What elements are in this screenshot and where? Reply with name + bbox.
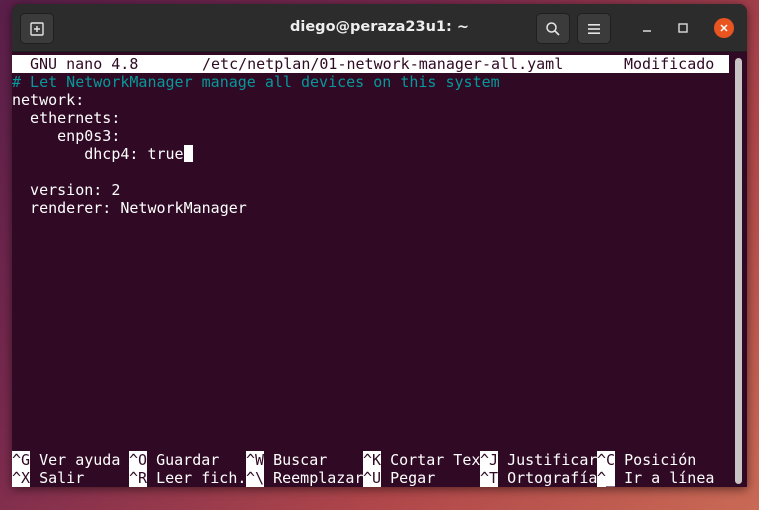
editor-line: ethernets: xyxy=(12,109,121,127)
shortcut-position[interactable]: ^C Posición xyxy=(597,451,696,469)
title-bar: diego@peraza23u1: ~ xyxy=(12,4,747,52)
shortcut-label: Posición xyxy=(624,451,697,469)
editor-line-text: dhcp4: true xyxy=(12,145,184,163)
nano-filename: /etc/netplan/01-network-manager-all.yaml xyxy=(202,55,564,73)
terminal-content[interactable]: GNU nano 4.8 /etc/netplan/01-network-man… xyxy=(12,52,747,487)
shortcut-label: Ir a línea xyxy=(624,469,715,487)
shortcut-label: Pegar xyxy=(390,469,436,487)
shortcut-label: Cortar Tex xyxy=(390,451,481,469)
shortcut-key: ^W xyxy=(246,451,265,469)
shortcut-key: ^\ xyxy=(246,469,265,487)
text-cursor xyxy=(183,145,193,162)
shortcut-key: ^T xyxy=(480,469,499,487)
shortcut-exit[interactable]: ^X Salir xyxy=(12,469,84,487)
menu-button[interactable] xyxy=(577,13,611,44)
editor-line-comment: # Let NetworkManager manage all devices … xyxy=(12,73,500,91)
hamburger-menu-icon xyxy=(588,23,600,34)
shortcut-key: ^X xyxy=(12,469,31,487)
maximize-button[interactable] xyxy=(674,19,692,37)
shortcut-spell[interactable]: ^T Ortografía xyxy=(480,469,597,487)
shortcut-cut[interactable]: ^K Cortar Tex xyxy=(363,451,480,469)
nano-modified-status: Modificado xyxy=(624,55,715,73)
editor-line: version: 2 xyxy=(12,181,121,199)
scrollbar[interactable] xyxy=(735,58,742,484)
editor-line: enp0s3: xyxy=(12,127,121,145)
window-title: diego@peraza23u1: ~ xyxy=(290,19,469,35)
shortcut-save[interactable]: ^O Guardar xyxy=(129,451,219,469)
minimize-button[interactable] xyxy=(638,19,656,37)
shortcut-key: ^G xyxy=(12,451,31,469)
shortcut-key: ^_ xyxy=(597,469,616,487)
nano-header-bar: GNU nano 4.8 /etc/netplan/01-network-man… xyxy=(12,55,729,73)
shortcut-label: Justificar xyxy=(507,451,598,469)
shortcut-replace[interactable]: ^\ Reemplazar xyxy=(246,469,363,487)
nano-version: GNU nano 4.8 xyxy=(30,55,139,73)
close-icon xyxy=(720,24,728,32)
editor-line-current: dhcp4: true xyxy=(12,145,193,163)
shortcut-key: ^U xyxy=(363,469,382,487)
close-button[interactable] xyxy=(714,18,734,38)
shortcut-label: Ortografía xyxy=(507,469,598,487)
editor-line: renderer: NetworkManager xyxy=(12,199,247,217)
shortcut-justify[interactable]: ^J Justificar xyxy=(480,451,597,469)
maximize-icon xyxy=(678,23,688,33)
search-icon xyxy=(546,21,560,36)
terminal-window: diego@peraza23u1: ~ GNU nano 4.8 /etc/ne… xyxy=(12,4,747,487)
shortcut-label: Leer fich. xyxy=(156,469,247,487)
shortcut-key: ^K xyxy=(363,451,382,469)
search-button[interactable] xyxy=(536,13,570,44)
shortcut-search[interactable]: ^W Buscar xyxy=(246,451,327,469)
shortcut-key: ^C xyxy=(597,451,616,469)
shortcut-paste[interactable]: ^U Pegar xyxy=(363,469,435,487)
shortcut-help[interactable]: ^G Ver ayuda xyxy=(12,451,120,469)
shortcut-label: Salir xyxy=(39,469,85,487)
shortcut-label: Guardar xyxy=(156,451,220,469)
shortcut-label: Buscar xyxy=(273,451,328,469)
minimize-icon xyxy=(643,30,651,32)
shortcut-goto-line[interactable]: ^_ Ir a línea xyxy=(597,469,714,487)
shortcut-key: ^R xyxy=(129,469,148,487)
editor-line: network: xyxy=(12,91,85,109)
shortcut-read-file[interactable]: ^R Leer fich. xyxy=(129,469,246,487)
shortcut-key: ^O xyxy=(129,451,148,469)
shortcut-label: Ver ayuda xyxy=(39,451,121,469)
shortcut-label: Reemplazar xyxy=(273,469,364,487)
shortcut-key: ^J xyxy=(480,451,499,469)
